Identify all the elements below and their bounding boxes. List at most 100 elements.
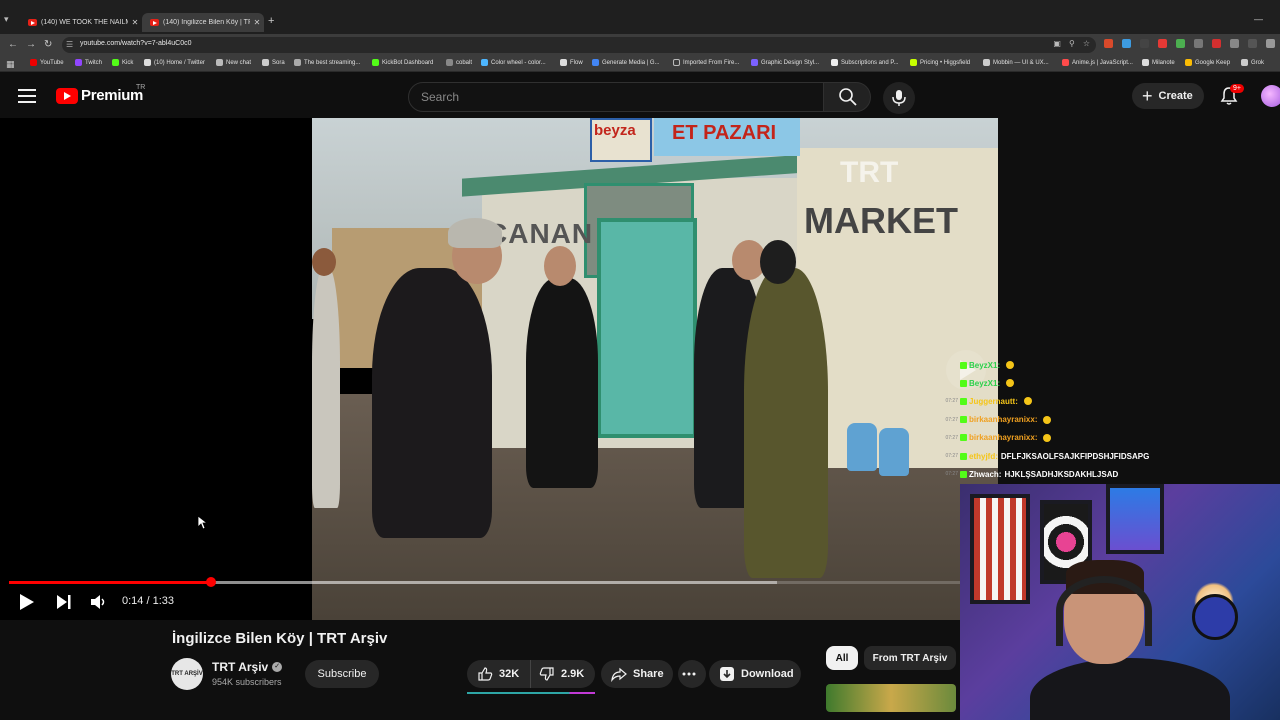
bookmark-subscriptions[interactable]: Subscriptions and P... (831, 59, 899, 66)
share-button[interactable]: Share (601, 660, 673, 688)
bookmark-sora[interactable]: Sora (262, 59, 285, 66)
subscriber-count: 954K subscribers (212, 677, 282, 687)
url-text[interactable]: youtube.com/watch?v=7-abl4uC0c0 (80, 40, 191, 47)
sign-market: MARKET (804, 200, 958, 241)
create-button[interactable]: + Create (1132, 83, 1204, 109)
bookmark-graphic-design[interactable]: Graphic Design Styl... (751, 59, 819, 66)
bookmark-streaming[interactable]: The best streaming... (294, 59, 360, 66)
bookmark-milanote[interactable]: Milanote (1142, 59, 1175, 66)
extension-icon[interactable] (1140, 39, 1149, 48)
url-field[interactable]: ☰ youtube.com/watch?v=7-abl4uC0c0 ▣ ⚲ ☆ (62, 37, 1096, 53)
bookmark-flow[interactable]: Flow (560, 59, 583, 66)
profile-icon[interactable] (1266, 39, 1275, 48)
browser-tab-bar: ▾ (140) WE TOOK THE NAILMAKE ✕ (140) İng… (0, 0, 1280, 34)
logo-text: Premium (81, 87, 144, 104)
thumbs-down-icon (539, 667, 554, 681)
extension-icon[interactable] (1122, 39, 1131, 48)
emote-icon (1006, 379, 1015, 388)
extension-icon[interactable] (1104, 39, 1113, 48)
seek-handle[interactable] (206, 577, 217, 587)
extension-icon[interactable] (1158, 39, 1167, 48)
search-input[interactable] (421, 89, 811, 105)
chat-username: ethyjfd: (969, 451, 998, 461)
browser-tab-2-active[interactable]: (140) İngilizce Bilen Köy | TRT A ✕ (142, 13, 264, 32)
more-actions-button[interactable] (678, 660, 706, 688)
cast-icon[interactable]: ▣ (1053, 39, 1061, 48)
like-button[interactable]: 32K (467, 660, 531, 688)
tab-search-icon[interactable]: ▾ (4, 14, 16, 26)
site-info-icon[interactable]: ☰ (66, 40, 76, 50)
bookmark-grok[interactable]: Grok (1241, 59, 1264, 66)
next-icon[interactable] (55, 592, 73, 612)
apps-grid-icon[interactable]: ▦ (6, 59, 15, 70)
video-frame: beyza ET PAZARI CANAN MARKET TRT (312, 118, 998, 620)
youtube-favicon-icon (150, 19, 159, 26)
extension-icon[interactable] (1176, 39, 1185, 48)
bookmark-google-keep[interactable]: Google Keep (1185, 59, 1230, 66)
minimize-icon[interactable]: — (1254, 14, 1263, 24)
bookmark-new-chat[interactable]: New chat (216, 59, 251, 66)
bookmark-twitch[interactable]: Twitch (75, 59, 102, 66)
kick-badge-icon (960, 397, 967, 405)
chat-username: Juggernautt: (969, 396, 1018, 406)
dislike-button[interactable]: 2.9K (531, 660, 595, 688)
chat-message: 07:27 birkaanhayranixx: (940, 411, 1280, 429)
chat-username: Zhwach: (969, 469, 1002, 479)
notification-count-badge: 9+ (1230, 84, 1244, 93)
emote-icon (1043, 415, 1052, 424)
chat-message: 07:27 Juggernautt: (940, 392, 1280, 410)
volume-icon[interactable] (90, 592, 108, 612)
bookmark-mobbin[interactable]: Mobbin — UI & UX... (983, 59, 1049, 66)
chat-message: BeyzX1: (940, 374, 1280, 392)
play-icon[interactable] (18, 592, 36, 612)
bookmark-twitter[interactable]: (10) Home / Twitter (144, 59, 205, 66)
extension-icon[interactable] (1212, 39, 1221, 48)
bookmark-imported[interactable]: Imported From Fire... (673, 59, 739, 66)
bookmark-kickbot[interactable]: KickBot Dashboard (372, 59, 433, 66)
kick-badge-icon (960, 379, 967, 387)
bookmark-color-wheel[interactable]: Color wheel - color... (481, 59, 546, 66)
download-label: Download (741, 668, 794, 680)
voice-search-button[interactable] (883, 82, 915, 114)
youtube-premium-logo[interactable]: Premium (56, 87, 143, 104)
channel-avatar[interactable]: TRT ARŞİV (171, 658, 203, 690)
bookmark-star-icon[interactable]: ☆ (1083, 39, 1090, 48)
close-tab-icon[interactable]: ✕ (128, 18, 142, 27)
tab-title: (140) WE TOOK THE NAILMAKE (41, 19, 128, 26)
emote-icon (1043, 433, 1052, 442)
bookmark-higgsfield[interactable]: Pricing • Higgsfield (910, 59, 970, 66)
forward-arrow-icon[interactable]: → (26, 39, 36, 51)
bookmark-youtube[interactable]: YouTube (30, 59, 64, 66)
bookmark-animejs[interactable]: Anime.js | JavaScript... (1062, 59, 1133, 66)
close-tab-icon[interactable]: ✕ (250, 18, 264, 27)
filter-chip-all[interactable]: All (826, 646, 858, 670)
bookmark-generate-media[interactable]: Generate Media | G... (592, 59, 660, 66)
chat-text: HJKLŞSADHJKSDAKHLJSAD (1004, 469, 1119, 479)
chat-message: BeyzX1: (940, 356, 1280, 374)
zoom-icon[interactable]: ⚲ (1069, 39, 1075, 48)
recommended-video-thumbnail[interactable] (826, 684, 956, 712)
search-button[interactable] (823, 82, 871, 112)
subscribe-button[interactable]: Subscribe (305, 660, 379, 688)
bookmark-kick[interactable]: Kick (112, 59, 133, 66)
streamer-webcam (960, 484, 1280, 720)
new-tab-plus-icon[interactable]: + (268, 15, 274, 27)
bookmark-cobalt[interactable]: cobalt (446, 59, 472, 66)
menu-icon[interactable] (18, 89, 36, 103)
browser-tab-1[interactable]: (140) WE TOOK THE NAILMAKE ✕ (20, 13, 142, 32)
time-display: 0:14 / 1:33 (122, 595, 174, 607)
download-button[interactable]: Download (709, 660, 801, 688)
channel-name-link[interactable]: TRT Arşiv ✓ (212, 660, 283, 674)
like-count: 32K (499, 668, 520, 680)
reload-icon[interactable]: ↻ (44, 39, 52, 51)
puzzle-icon[interactable] (1230, 39, 1239, 48)
filter-chip-channel[interactable]: From TRT Arşiv (864, 646, 956, 670)
video-player[interactable]: beyza ET PAZARI CANAN MARKET TRT 0:14 / … (0, 118, 998, 620)
extension-icon[interactable] (1194, 39, 1203, 48)
sign-et-pazari: ET PAZARI (672, 122, 777, 144)
account-avatar[interactable] (1261, 85, 1280, 107)
split-view-icon[interactable] (1248, 39, 1257, 48)
chat-username: birkaanhayranixx: (969, 415, 1038, 425)
back-arrow-icon[interactable]: ← (8, 39, 18, 51)
seek-bar[interactable] (9, 577, 960, 587)
